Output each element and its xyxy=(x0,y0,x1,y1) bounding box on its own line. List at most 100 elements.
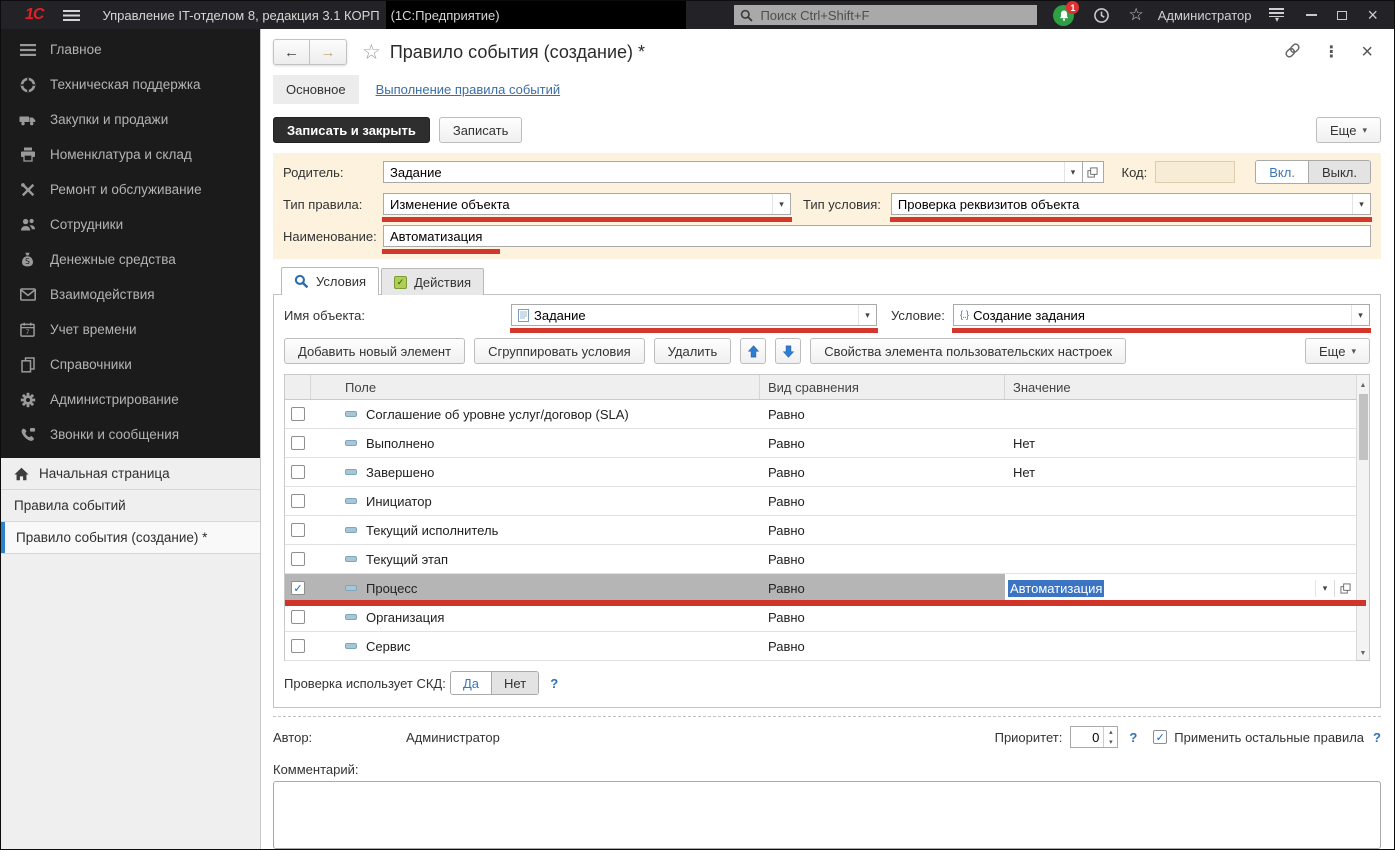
row-checkbox[interactable] xyxy=(291,581,305,595)
sidebar-item[interactable]: Главное xyxy=(1,32,260,67)
value-editor[interactable]: Автоматизация xyxy=(1005,579,1356,597)
window-close-button[interactable] xyxy=(1367,8,1378,22)
toolbar-button[interactable]: Добавить новый элемент xyxy=(284,338,466,364)
save-and-close-button[interactable]: Записать и закрыть xyxy=(273,117,430,143)
dropdown-icon[interactable] xyxy=(1315,579,1334,597)
sidebar-item[interactable]: S Денежные средства xyxy=(1,242,260,277)
sidebar-tab[interactable]: Начальная страница xyxy=(1,458,260,490)
table-row[interactable]: Инициатор Равно xyxy=(285,487,1356,516)
user-menu-icon[interactable] xyxy=(1269,8,1285,22)
toggle-off-button[interactable]: Выкл. xyxy=(1307,161,1370,183)
sidebar-tab[interactable]: Правила событий xyxy=(1,490,260,522)
dropdown-icon[interactable] xyxy=(1063,162,1082,182)
open-button[interactable] xyxy=(1334,579,1356,597)
minimize-button[interactable] xyxy=(1306,14,1318,16)
dropdown-icon[interactable] xyxy=(1352,194,1370,214)
toolbar-button[interactable]: Удалить xyxy=(653,338,732,364)
get-link-icon[interactable] xyxy=(1284,42,1301,62)
sidebar-item[interactable]: Ремонт и обслуживание xyxy=(1,172,260,207)
table-row[interactable]: Организация Равно xyxy=(285,603,1356,632)
table-row[interactable]: Сервис Равно xyxy=(285,632,1356,661)
spin-down-icon[interactable] xyxy=(1104,737,1117,747)
row-checkbox[interactable] xyxy=(291,436,305,450)
dropdown-icon[interactable] xyxy=(772,194,790,214)
name-field[interactable] xyxy=(383,225,1371,247)
main-menu-icon[interactable] xyxy=(63,9,81,21)
conditions-more-button[interactable]: Еще xyxy=(1305,338,1370,364)
form-close-button[interactable] xyxy=(1361,44,1373,61)
sidebar-item[interactable]: Закупки и продажи xyxy=(1,102,260,137)
skd-yes-button[interactable]: Да xyxy=(451,672,492,694)
comment-field[interactable] xyxy=(273,781,1381,849)
toggle-on-button[interactable]: Вкл. xyxy=(1256,161,1308,183)
more-menu-icon[interactable] xyxy=(1323,42,1339,62)
maximize-button[interactable] xyxy=(1337,10,1348,20)
parent-open-button[interactable] xyxy=(1082,161,1104,183)
sidebar-item[interactable]: Звонки и сообщения xyxy=(1,417,260,452)
row-checkbox[interactable] xyxy=(291,494,305,508)
apply-rules-help-link[interactable]: ? xyxy=(1373,730,1381,745)
row-checkbox[interactable] xyxy=(291,465,305,479)
sidebar-item-label: Ремонт и обслуживание xyxy=(50,182,202,197)
rule-type-combo[interactable]: Изменение объекта xyxy=(383,193,791,215)
table-row[interactable]: Завершено Равно Нет xyxy=(285,458,1356,487)
sidebar-item[interactable]: Взаимодействия xyxy=(1,277,260,312)
table-row[interactable]: Процесс Равно Автоматизация xyxy=(285,574,1366,606)
sidebar-tab[interactable]: Правило события (создание) * xyxy=(1,522,260,554)
skd-no-button[interactable]: Нет xyxy=(491,672,539,694)
sidebar-item[interactable]: Номенклатура и склад xyxy=(1,137,260,172)
table-row[interactable]: Текущий этап Равно xyxy=(285,545,1356,574)
dropdown-icon[interactable] xyxy=(858,305,876,325)
row-checkbox[interactable] xyxy=(291,639,305,653)
sidebar-item-label: Закупки и продажи xyxy=(50,112,169,127)
priority-input[interactable] xyxy=(1071,727,1104,747)
dropdown-icon[interactable] xyxy=(1351,305,1369,325)
user-name[interactable]: Администратор xyxy=(1158,8,1252,23)
favorites-star-icon[interactable] xyxy=(1128,5,1143,25)
history-icon[interactable] xyxy=(1093,7,1110,24)
notifications-bell-icon[interactable]: 1 xyxy=(1053,1,1080,26)
skd-help-link[interactable]: ? xyxy=(550,676,558,691)
toolbar-button[interactable]: Сгруппировать условия xyxy=(474,338,645,364)
row-checkbox[interactable] xyxy=(291,523,305,537)
more-button[interactable]: Еще xyxy=(1316,117,1381,143)
scroll-up-icon[interactable] xyxy=(1360,375,1367,392)
sidebar-item[interactable]: 7 Учет времени xyxy=(1,312,260,347)
sidebar-item[interactable]: Администрирование xyxy=(1,382,260,417)
save-button[interactable]: Записать xyxy=(438,117,523,143)
tab-main[interactable]: Основное xyxy=(273,74,359,104)
condition-combo[interactable]: Создание задания xyxy=(952,304,1370,326)
apply-rules-checkbox[interactable] xyxy=(1153,730,1168,744)
search-input[interactable] xyxy=(758,6,1032,24)
svg-text:7: 7 xyxy=(25,328,29,336)
sidebar-item[interactable]: Сотрудники xyxy=(1,207,260,242)
table-row[interactable]: Текущий исполнитель Равно xyxy=(285,516,1356,545)
object-name-combo[interactable]: Задание xyxy=(511,304,877,326)
condition-type-combo[interactable]: Проверка реквизитов объекта xyxy=(890,193,1371,215)
user-settings-props-button[interactable]: Свойства элемента пользовательских настр… xyxy=(810,338,1127,364)
table-row[interactable]: Соглашение об уровне услуг/договор (SLA)… xyxy=(285,400,1356,429)
parent-combo[interactable]: Задание xyxy=(383,161,1083,183)
table-row[interactable]: Выполнено Равно Нет xyxy=(285,429,1356,458)
move-up-button[interactable] xyxy=(740,338,767,364)
tab-rule-execution-link[interactable]: Выполнение правила событий xyxy=(376,82,561,97)
row-checkbox[interactable] xyxy=(291,552,305,566)
table-scrollbar[interactable] xyxy=(1356,375,1369,660)
tab-conditions[interactable]: Условия xyxy=(281,267,380,295)
row-checkbox[interactable] xyxy=(291,610,305,624)
move-down-button[interactable] xyxy=(775,338,802,364)
priority-help-link[interactable]: ? xyxy=(1129,730,1137,745)
global-search[interactable] xyxy=(734,5,1038,25)
priority-stepper[interactable] xyxy=(1070,726,1119,748)
sidebar-item[interactable]: Справочники xyxy=(1,347,260,382)
favorite-star-icon[interactable] xyxy=(362,40,381,65)
nav-back-button[interactable] xyxy=(273,39,310,65)
sidebar-item[interactable]: Техническая поддержка xyxy=(1,67,260,102)
row-checkbox[interactable] xyxy=(291,407,305,421)
scrollbar-thumb[interactable] xyxy=(1358,394,1368,460)
tab-actions[interactable]: Действия xyxy=(381,268,485,295)
row-field: Выполнено xyxy=(366,435,435,451)
nav-forward-button[interactable] xyxy=(310,39,347,65)
spin-up-icon[interactable] xyxy=(1104,727,1117,737)
scroll-down-icon[interactable] xyxy=(1360,643,1367,660)
